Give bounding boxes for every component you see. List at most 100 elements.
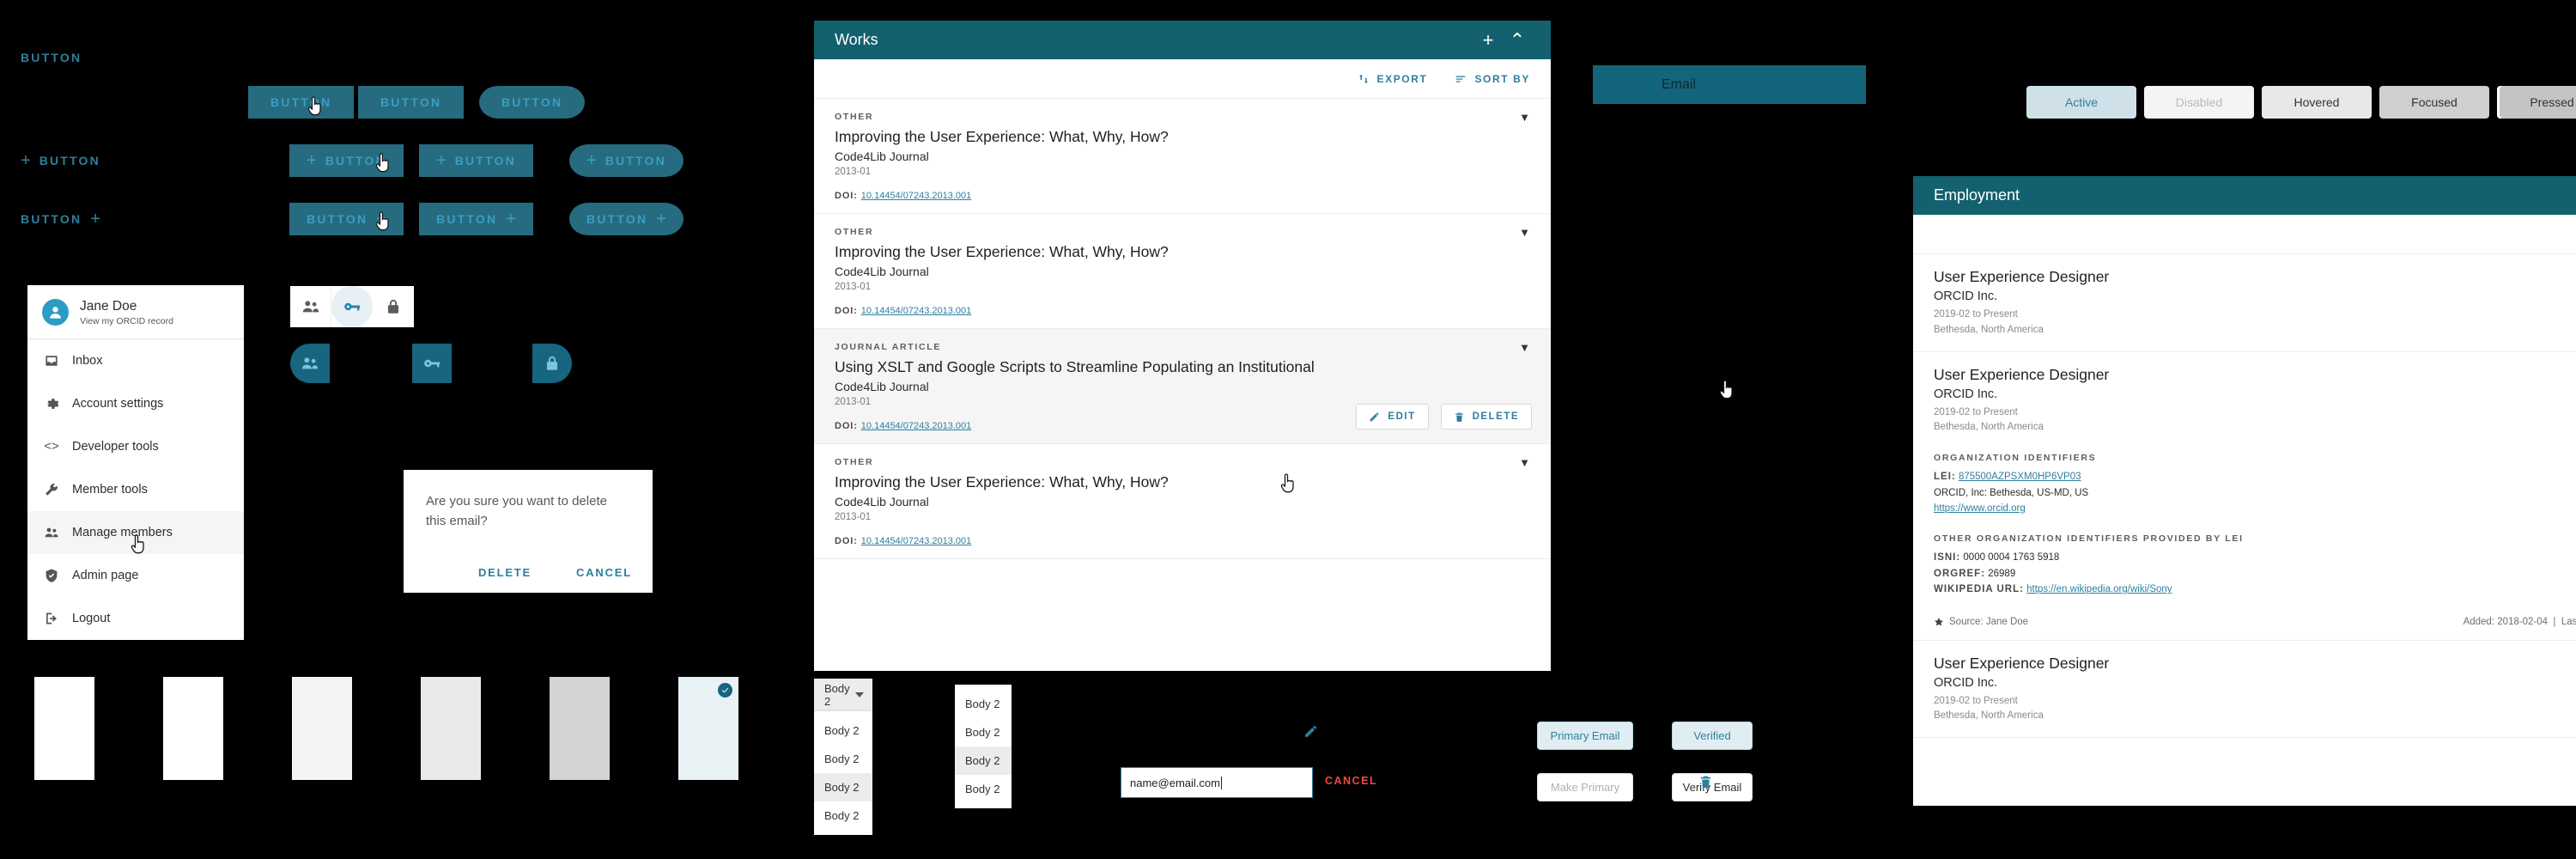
- email-cancel-button[interactable]: CANCEL: [1325, 775, 1377, 787]
- menu-item-inbox[interactable]: Inbox: [27, 339, 244, 382]
- meta-separator: |: [2553, 616, 2556, 627]
- button-text-plus-after-8[interactable]: BUTTON +: [21, 203, 100, 235]
- button-fill-plus-after-10[interactable]: BUTTON +: [419, 203, 533, 235]
- edit-pencil-icon[interactable]: [1303, 724, 1318, 743]
- menu-item-developer-tools[interactable]: <> Developer tools: [27, 425, 244, 468]
- delete-work-label: DELETE: [1472, 411, 1519, 422]
- people-icon-button[interactable]: [290, 286, 331, 327]
- button-fill-shadow-1[interactable]: BUTTON: [248, 86, 355, 119]
- doi-link[interactable]: 10.14454/07243.2013.001: [861, 421, 971, 431]
- edit-work-label: EDIT: [1388, 411, 1416, 422]
- employment-item[interactable]: User Experience Designer ORCID Inc. 2019-0…: [1913, 254, 2576, 352]
- button-fill-plus-after-pill-11[interactable]: BUTTON +: [569, 203, 683, 235]
- wikipedia-link[interactable]: https://en.wikipedia.org/wiki/Sony: [2026, 584, 2172, 594]
- dropdown-menu-panel: Body 2 Body 2 Body 2 Body 2: [955, 685, 1012, 808]
- profile-menu-header[interactable]: Jane Doe View my ORCID record: [27, 285, 244, 339]
- delete-email-icon[interactable]: [1698, 773, 1713, 795]
- button-fill-pill-3[interactable]: BUTTON: [479, 86, 586, 119]
- button-label: BUTTON: [380, 95, 442, 109]
- menu-item-manage-members[interactable]: Manage members: [27, 510, 244, 554]
- chevron-down-icon[interactable]: ▼: [1519, 341, 1530, 354]
- work-item[interactable]: ▼ JOURNAL ARTICLE Using XSLT and Google Sc…: [814, 329, 1551, 444]
- dropdown-trigger[interactable]: Body 2: [814, 679, 872, 711]
- confirm-cancel-button[interactable]: CANCEL: [576, 566, 632, 579]
- employment-item[interactable]: User Experience Designer ORCID Inc. 2019-0…: [1913, 352, 2576, 641]
- lock-icon-button[interactable]: [373, 286, 414, 327]
- delete-confirm-dialog: Are you sure you want to delete this ema…: [404, 470, 653, 593]
- button-fill-plus-6[interactable]: + BUTTON: [419, 144, 533, 177]
- menu-item-logout[interactable]: Logout: [27, 597, 244, 640]
- last-modified-label: Last modified: 2: [2561, 616, 2576, 627]
- menu-item-account-settings[interactable]: Account settings: [27, 382, 244, 425]
- lei-link[interactable]: 875500AZPSXM0HP6VP03: [1959, 472, 2081, 482]
- dropdown-option[interactable]: Body 2: [955, 718, 1012, 746]
- color-swatch[interactable]: [678, 677, 738, 780]
- dropdown-option[interactable]: Body 2: [814, 745, 872, 773]
- work-kind: OTHER: [835, 457, 874, 467]
- dropdown-option[interactable]: Body 2: [955, 690, 1012, 718]
- state-button-disabled[interactable]: Disabled: [2144, 86, 2254, 119]
- state-button-hovered[interactable]: Hovered: [2262, 86, 2372, 119]
- dropdown-option[interactable]: Body 2: [814, 716, 872, 745]
- delete-work-button[interactable]: DELETE: [1440, 404, 1532, 430]
- chevron-down-icon[interactable]: ▼: [1519, 111, 1530, 124]
- menu-item-label: Admin page: [72, 568, 139, 582]
- button-text-plus-4[interactable]: + BUTTON: [21, 144, 100, 177]
- doi-link[interactable]: 10.14454/07243.2013.001: [861, 306, 971, 316]
- isni-value: 0000 0004 1763 5918: [1963, 552, 2060, 564]
- make-primary-button[interactable]: Make Primary: [1537, 773, 1633, 801]
- doi-link[interactable]: 10.14454/07243.2013.001: [861, 536, 971, 546]
- profile-subtitle: View my ORCID record: [80, 315, 173, 326]
- work-title: Improving the User Experience: What, Why…: [835, 128, 1169, 145]
- dropdown-option[interactable]: Body 2: [814, 801, 872, 830]
- collapse-works-icon[interactable]: ⌃: [1503, 29, 1532, 52]
- email-input[interactable]: name@email.com: [1121, 767, 1313, 798]
- button-fill-plus-pill-7[interactable]: + BUTTON: [569, 144, 683, 177]
- icon-fab-people[interactable]: [290, 344, 330, 383]
- button-text-0[interactable]: BUTTON: [21, 41, 82, 74]
- edit-work-button[interactable]: EDIT: [1356, 404, 1429, 430]
- verified-chip: Verified: [1672, 722, 1753, 750]
- color-swatch[interactable]: [421, 677, 481, 780]
- button-fill-2[interactable]: BUTTON: [358, 86, 465, 119]
- trash-icon: [1455, 412, 1463, 422]
- dropdown-option[interactable]: Body 2: [814, 773, 872, 801]
- color-swatch[interactable]: [550, 677, 610, 780]
- chevron-down-icon[interactable]: ▼: [1519, 456, 1530, 469]
- button-fill-plus-after-shadow-9[interactable]: BUTTON +: [289, 203, 404, 235]
- menu-item-label: Member tools: [72, 482, 148, 497]
- add-work-icon[interactable]: +: [1473, 29, 1503, 52]
- key-icon-button[interactable]: [331, 286, 373, 327]
- chevron-down-icon[interactable]: ▼: [1519, 226, 1530, 239]
- export-label: EXPORT: [1376, 72, 1428, 85]
- color-swatch[interactable]: [163, 677, 223, 780]
- color-swatch[interactable]: [292, 677, 352, 780]
- icon-fab-key[interactable]: [412, 344, 452, 383]
- work-item[interactable]: ▼ OTHER Improving the User Experience: Wha…: [814, 99, 1551, 214]
- menu-item-member-tools[interactable]: Member tools: [27, 468, 244, 511]
- work-item[interactable]: ▼ OTHER Improving the User Experience: Wha…: [814, 444, 1551, 559]
- employment-item[interactable]: User Experience Designer ORCID Inc. 2019-0…: [1913, 641, 2576, 739]
- sort-by-button[interactable]: SORT BY: [1455, 73, 1530, 85]
- screen-root: BUTTON BUTTON BUTTON BUTTON + BUTTON + BUTTON + B…: [0, 0, 2576, 859]
- work-date: 2013-01: [835, 167, 872, 177]
- icon-fab-lock[interactable]: [532, 344, 572, 383]
- dropdown-option[interactable]: Body 2: [955, 746, 1012, 775]
- button-fill-plus-shadow-5[interactable]: + BUTTON: [289, 144, 404, 177]
- color-swatch[interactable]: [34, 677, 94, 780]
- confirm-delete-button[interactable]: DELETE: [478, 566, 532, 579]
- chevron-down-icon: [855, 692, 864, 698]
- state-button-focused[interactable]: Focused: [2379, 86, 2489, 119]
- email-button[interactable]: Email: [1593, 65, 1866, 104]
- state-button-pressed[interactable]: Pressed: [2497, 86, 2576, 119]
- org-website-link[interactable]: https://www.orcid.org: [1934, 503, 2026, 514]
- menu-item-admin-page[interactable]: Admin page: [27, 554, 244, 597]
- work-item[interactable]: ▼ OTHER Improving the User Experience: Wha…: [814, 214, 1551, 329]
- plus-icon: +: [586, 151, 597, 170]
- state-button-active[interactable]: Active: [2026, 86, 2136, 119]
- doi-link[interactable]: 10.14454/07243.2013.001: [861, 191, 971, 201]
- export-button[interactable]: EXPORT: [1358, 73, 1428, 85]
- wikipedia-label: WIKIPEDIA URL:: [1934, 584, 2024, 595]
- work-journal: Code4Lib Journal: [835, 265, 929, 278]
- dropdown-option[interactable]: Body 2: [955, 775, 1012, 803]
